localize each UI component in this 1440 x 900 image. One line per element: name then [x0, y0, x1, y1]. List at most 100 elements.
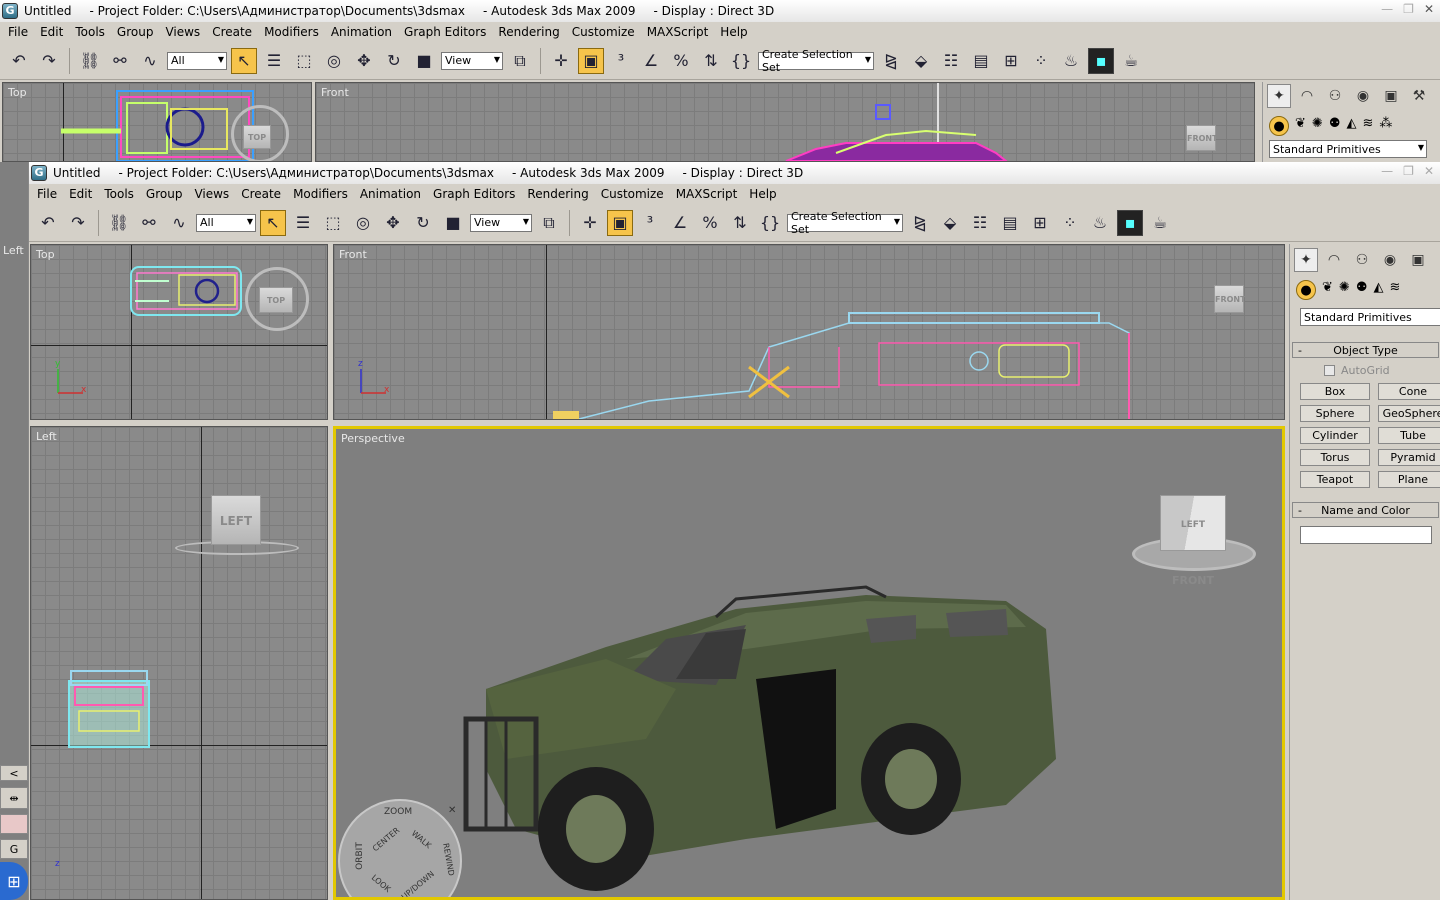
layer-manager-icon[interactable]: ☷: [938, 48, 964, 74]
menu-create[interactable]: Create: [241, 187, 281, 201]
cylinder-button[interactable]: Cylinder: [1300, 427, 1370, 444]
viewcube-perspective[interactable]: LEFT FRONT: [1160, 495, 1226, 587]
undo-icon[interactable]: ↶: [35, 210, 61, 236]
name-and-color-rollout[interactable]: - Name and Color: [1292, 502, 1439, 518]
named-selection-dropdown[interactable]: Create Selection Set: [758, 48, 874, 74]
create-tab-icon[interactable]: ✦: [1267, 84, 1291, 108]
main-title-bar[interactable]: G Untitled - Project Folder: C:\Users\Ад…: [29, 162, 1440, 184]
geometry-icon[interactable]: ●: [1296, 280, 1316, 300]
maximize-icon[interactable]: ❐: [1403, 164, 1414, 178]
select-by-name-icon[interactable]: ☰: [261, 48, 287, 74]
named-selection-dropdown[interactable]: Create Selection Set: [787, 210, 903, 236]
helpers-icon[interactable]: ◭: [1346, 116, 1356, 136]
menu-animation[interactable]: Animation: [360, 187, 421, 201]
checkbox-icon[interactable]: [1324, 365, 1335, 376]
curve-editor-icon[interactable]: ▤: [997, 210, 1023, 236]
pyramid-button[interactable]: Pyramid: [1378, 449, 1440, 466]
menu-tools[interactable]: Tools: [75, 25, 105, 39]
shapes-icon[interactable]: ❦: [1295, 116, 1306, 136]
geometry-icon[interactable]: ●: [1269, 116, 1289, 136]
wheel-rewind[interactable]: REWIND: [441, 842, 456, 876]
rect-selection-icon[interactable]: ⬚: [291, 48, 317, 74]
plane-button[interactable]: Plane: [1378, 471, 1440, 488]
teapot-button[interactable]: Teapot: [1300, 471, 1370, 488]
redo-icon[interactable]: ↷: [65, 210, 91, 236]
rendered-frame-window-icon[interactable]: ▪: [1088, 47, 1114, 74]
geosphere-button[interactable]: GeoSphere: [1378, 405, 1440, 422]
material-editor-icon[interactable]: ⁘: [1057, 210, 1083, 236]
move-icon[interactable]: ✥: [351, 48, 377, 74]
viewcube-front-back[interactable]: FRONT: [1186, 125, 1218, 151]
menu-edit[interactable]: Edit: [40, 25, 63, 39]
layer-manager-icon[interactable]: ☷: [967, 210, 993, 236]
bind-space-warp-icon[interactable]: ∿: [137, 48, 163, 74]
left-viewport[interactable]: Left LEFT z: [30, 426, 328, 900]
menu-help[interactable]: Help: [720, 25, 747, 39]
viewport-label-front[interactable]: Front: [339, 248, 367, 261]
object-type-rollout[interactable]: - Object Type: [1292, 342, 1439, 358]
unlink-icon[interactable]: ⚯: [107, 48, 133, 74]
taskbar-3dsmax-icon[interactable]: G: [0, 839, 28, 859]
rotate-icon[interactable]: ↻: [410, 210, 436, 236]
wheel-zoom[interactable]: ZOOM: [384, 807, 412, 817]
rendered-frame-window-icon[interactable]: ▪: [1117, 209, 1143, 236]
selection-filter-dropdown[interactable]: All: [167, 51, 227, 70]
spinner-snap-icon[interactable]: ⇅: [727, 210, 753, 236]
menu-group[interactable]: Group: [117, 25, 154, 39]
menu-modifiers[interactable]: Modifiers: [293, 187, 348, 201]
wheel-look[interactable]: LOOK: [370, 873, 393, 894]
viewport-label-top[interactable]: Top: [36, 248, 55, 261]
viewport-label-top[interactable]: Top: [8, 86, 27, 99]
3dsmax-app-icon[interactable]: G: [31, 165, 47, 181]
maximize-icon[interactable]: ❐: [1403, 2, 1414, 16]
back-front-viewport[interactable]: Front FRONT: [315, 82, 1255, 162]
tube-button[interactable]: Tube: [1378, 427, 1440, 444]
wheel-walk[interactable]: WALK: [410, 829, 433, 850]
back-title-bar[interactable]: G Untitled - Project Folder: C:\Users\Ад…: [0, 0, 1440, 22]
quick-render-icon[interactable]: ☕: [1118, 48, 1144, 74]
viewcube-left[interactable]: LEFT: [211, 495, 261, 545]
select-object-icon[interactable]: ↖: [231, 47, 257, 74]
minimize-icon[interactable]: —: [1381, 164, 1393, 178]
rect-selection-icon[interactable]: ⬚: [320, 210, 346, 236]
menu-views[interactable]: Views: [194, 187, 229, 201]
edit-named-sets-icon[interactable]: {}: [757, 210, 783, 236]
menu-rendering[interactable]: Rendering: [527, 187, 588, 201]
back-primitives-dropdown[interactable]: Standard Primitives: [1269, 140, 1427, 158]
select-and-link-icon[interactable]: ⛓: [77, 48, 103, 74]
hierarchy-tab-icon[interactable]: ⚇: [1323, 84, 1347, 108]
cameras-icon[interactable]: ⚉: [1356, 280, 1368, 300]
viewcube-top[interactable]: TOP: [259, 287, 293, 313]
render-setup-icon[interactable]: ♨: [1058, 48, 1084, 74]
sphere-button[interactable]: Sphere: [1300, 405, 1370, 422]
wheel-orbit[interactable]: ORBIT: [355, 842, 365, 870]
torus-button[interactable]: Torus: [1300, 449, 1370, 466]
keyboard-shortcut-icon[interactable]: ▣: [578, 47, 604, 74]
back-top-viewport[interactable]: Top TOP: [2, 82, 312, 162]
menu-customize[interactable]: Customize: [601, 187, 664, 201]
mirror-icon[interactable]: ⧎: [907, 210, 933, 236]
top-viewport[interactable]: Top TOP y x: [30, 244, 328, 420]
autogrid-checkbox[interactable]: AutoGrid: [1290, 362, 1440, 379]
material-editor-icon[interactable]: ⁘: [1028, 48, 1054, 74]
menu-help[interactable]: Help: [749, 187, 776, 201]
hierarchy-tab-icon[interactable]: ⚇: [1350, 248, 1374, 272]
rotate-icon[interactable]: ↻: [381, 48, 407, 74]
menu-group[interactable]: Group: [146, 187, 183, 201]
scroll-left-icon[interactable]: <: [0, 765, 28, 781]
modify-tab-icon[interactable]: ◠: [1295, 84, 1319, 108]
render-setup-icon[interactable]: ♨: [1087, 210, 1113, 236]
close-icon[interactable]: ✕: [1424, 164, 1434, 178]
edit-named-sets-icon[interactable]: {}: [728, 48, 754, 74]
menu-maxscript[interactable]: MAXScript: [647, 25, 709, 39]
pivot-icon[interactable]: ⧉: [507, 48, 533, 74]
ref-coord-dropdown[interactable]: View: [470, 213, 532, 232]
3dsmax-app-icon[interactable]: G: [2, 3, 18, 19]
align-icon[interactable]: ⬙: [937, 210, 963, 236]
lights-icon[interactable]: ✺: [1312, 116, 1323, 136]
shapes-icon[interactable]: ❦: [1322, 280, 1333, 300]
menu-maxscript[interactable]: MAXScript: [676, 187, 738, 201]
angle-snap-icon[interactable]: ∠: [638, 48, 664, 74]
menu-file[interactable]: File: [8, 25, 28, 39]
display-tab-icon[interactable]: ▣: [1379, 84, 1403, 108]
